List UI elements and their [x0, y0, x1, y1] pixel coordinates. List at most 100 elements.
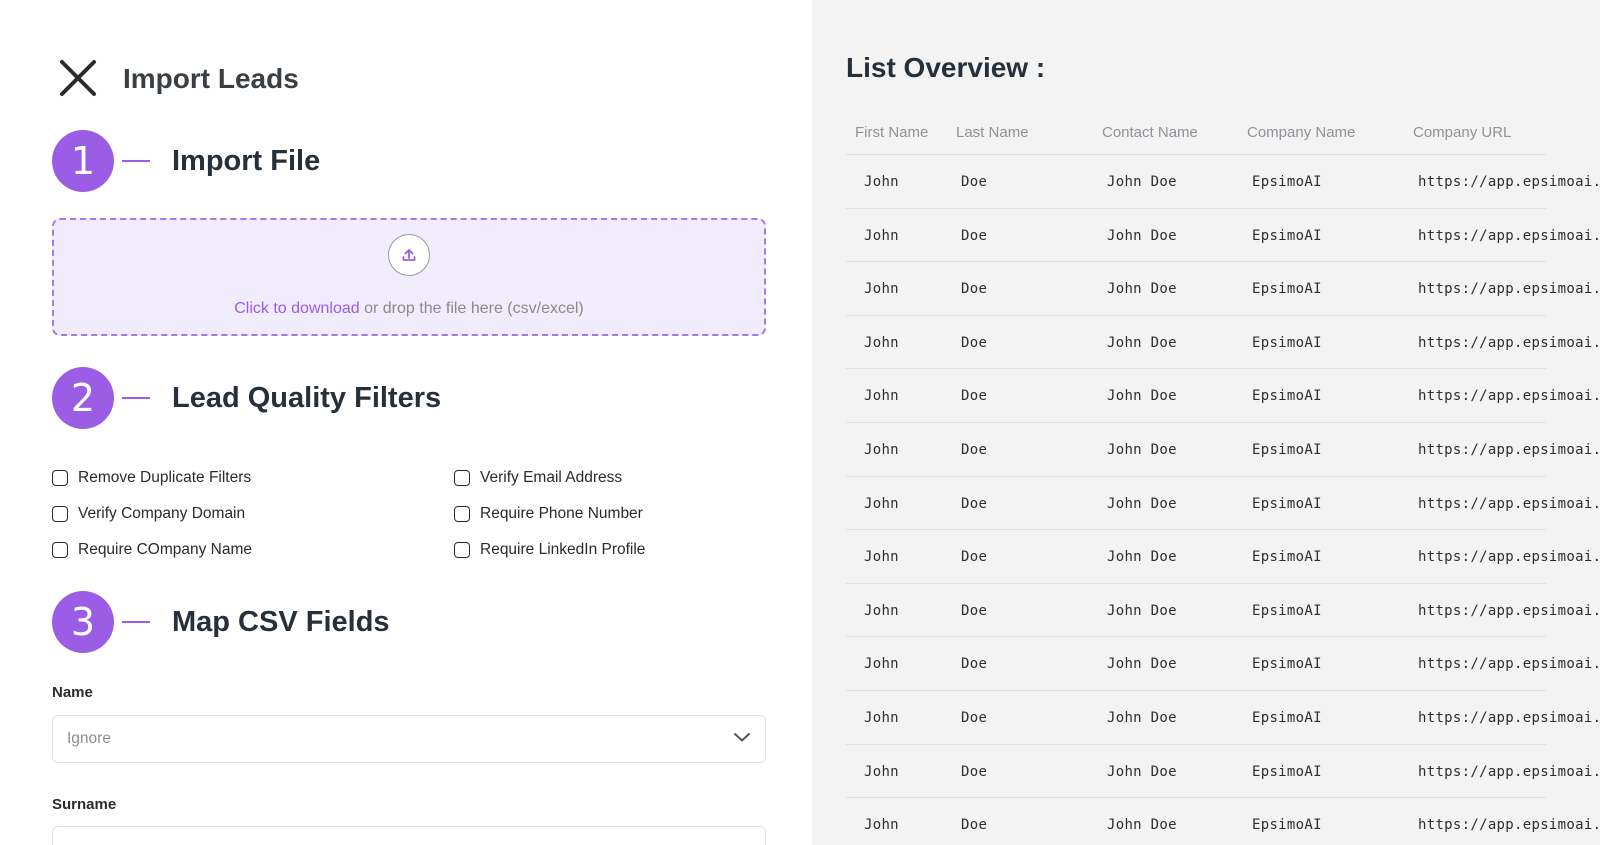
download-link[interactable]: Click to download: [234, 300, 359, 317]
column-header: First Name: [855, 124, 929, 141]
filter-remove-duplicates[interactable]: Remove Duplicate Filters: [52, 469, 251, 487]
checkbox[interactable]: [454, 542, 470, 558]
surname-mapping-select[interactable]: [52, 826, 766, 845]
checkbox[interactable]: [52, 542, 68, 558]
table-row[interactable]: John Doe John Doe EpsimoAI https://app.epsim…: [846, 691, 1600, 745]
step-connector: [122, 621, 150, 623]
table-cell: John: [864, 709, 899, 726]
checkbox[interactable]: [52, 470, 68, 486]
table-cell: Doe: [961, 709, 988, 726]
table-cell: John Doe: [1107, 817, 1177, 834]
table-cell: EpsimoAI: [1252, 495, 1322, 512]
table-cell: John: [864, 281, 899, 298]
filter-label: Require LinkedIn Profile: [480, 541, 646, 558]
table-cell: John: [864, 334, 899, 351]
table-cell: John: [864, 656, 899, 673]
table-cell: https://app.epsimoai.r: [1418, 763, 1600, 780]
column-header: Company Name: [1247, 124, 1356, 141]
checkbox[interactable]: [454, 470, 470, 486]
table-cell: John Doe: [1107, 281, 1177, 298]
column-header: Last Name: [956, 124, 1029, 141]
table-cell: https://app.epsimoai.r: [1418, 602, 1600, 619]
table-cell: Doe: [961, 227, 988, 244]
table-cell: John Doe: [1107, 709, 1177, 726]
filter-verify-email[interactable]: Verify Email Address: [454, 469, 622, 487]
table-cell: https://app.epsimoai.r: [1418, 388, 1600, 405]
table-cell: EpsimoAI: [1252, 334, 1322, 351]
table-row[interactable]: John Doe John Doe EpsimoAI https://app.epsim…: [846, 584, 1600, 638]
step-title: Lead Quality Filters: [172, 381, 442, 414]
filter-label: Require COmpany Name: [78, 541, 253, 558]
table-cell: EpsimoAI: [1252, 763, 1322, 780]
table-cell: Doe: [961, 174, 988, 190]
upload-icon[interactable]: [388, 234, 430, 276]
table-cell: https://app.epsimoai.r: [1418, 709, 1600, 726]
column-header: Contact Name: [1102, 124, 1198, 141]
column-header: Company URL: [1413, 124, 1512, 141]
table-cell: John Doe: [1107, 441, 1177, 458]
table-row[interactable]: John Doe John Doe EpsimoAI https://app.epsim…: [846, 209, 1600, 263]
table-cell: John: [864, 388, 899, 405]
table-row[interactable]: John Doe John Doe EpsimoAI https://app.epsim…: [846, 477, 1600, 531]
table-cell: Doe: [961, 763, 988, 780]
table-row[interactable]: John Doe John Doe EpsimoAI https://app.epsim…: [846, 155, 1600, 209]
table-row[interactable]: John Doe John Doe EpsimoAI https://app.epsim…: [846, 745, 1600, 799]
table-cell: John Doe: [1107, 227, 1177, 244]
list-overview-panel: List Overview : First Name Last Name Con…: [812, 0, 1600, 845]
table-cell: EpsimoAI: [1252, 656, 1322, 673]
table-row[interactable]: John Doe John Doe EpsimoAI https://app.epsim…: [846, 316, 1600, 370]
table-cell: EpsimoAI: [1252, 602, 1322, 619]
table-cell: Doe: [961, 495, 988, 512]
table-cell: John Doe: [1107, 549, 1177, 566]
table-header: First Name Last Name Contact Name Compan…: [846, 118, 1546, 155]
table-cell: EpsimoAI: [1252, 441, 1322, 458]
checkbox[interactable]: [454, 506, 470, 522]
name-field-label: Name: [52, 684, 93, 701]
table-row[interactable]: John Doe John Doe EpsimoAI https://app.epsim…: [846, 423, 1600, 477]
table-cell: https://app.epsimoai.r: [1418, 281, 1600, 298]
step-number: 3: [52, 591, 114, 653]
step-lead-quality-filters: 2 Lead Quality Filters: [52, 366, 441, 430]
filter-label: Verify Company Domain: [78, 505, 246, 522]
file-dropzone[interactable]: Click to download or drop the file here …: [52, 218, 766, 336]
filter-require-linkedin[interactable]: Require LinkedIn Profile: [454, 541, 645, 559]
table-cell: EpsimoAI: [1252, 549, 1322, 566]
table-cell: Doe: [961, 602, 988, 619]
table-cell: John Doe: [1107, 388, 1177, 405]
table-cell: Doe: [961, 441, 988, 458]
table-row[interactable]: John Doe John Doe EpsimoAI https://app.epsim…: [846, 798, 1600, 845]
table-cell: EpsimoAI: [1252, 281, 1322, 298]
filter-require-phone[interactable]: Require Phone Number: [454, 505, 643, 523]
name-mapping-select[interactable]: Ignore: [52, 715, 766, 763]
filter-require-company-name[interactable]: Require COmpany Name: [52, 541, 252, 559]
table-cell: John: [864, 549, 899, 566]
table-row[interactable]: John Doe John Doe EpsimoAI https://app.epsim…: [846, 369, 1600, 423]
filter-label: Verify Email Address: [480, 469, 623, 486]
step-connector: [122, 397, 150, 399]
table-cell: https://app.epsimoai.r: [1418, 441, 1600, 458]
table-cell: John: [864, 763, 899, 780]
table-cell: John: [864, 227, 899, 244]
step-number: 1: [52, 130, 114, 192]
step-import-file: 1 Import File: [52, 129, 320, 193]
table-cell: EpsimoAI: [1252, 709, 1322, 726]
leads-table: First Name Last Name Contact Name Compan…: [846, 118, 1600, 845]
table-cell: Doe: [961, 334, 988, 351]
surname-field-label: Surname: [52, 796, 117, 813]
table-cell: Doe: [961, 656, 988, 673]
filter-label: Require Phone Number: [480, 505, 643, 522]
table-cell: John: [864, 495, 899, 512]
close-icon[interactable]: [58, 58, 98, 98]
table-cell: EpsimoAI: [1252, 817, 1322, 834]
table-row[interactable]: John Doe John Doe EpsimoAI https://app.epsim…: [846, 530, 1600, 584]
filter-verify-company-domain[interactable]: Verify Company Domain: [52, 505, 245, 523]
table-cell: John Doe: [1107, 174, 1177, 190]
checkbox[interactable]: [52, 506, 68, 522]
table-row[interactable]: John Doe John Doe EpsimoAI https://app.epsim…: [846, 262, 1600, 316]
table-cell: Doe: [961, 549, 988, 566]
filter-label: Remove Duplicate Filters: [78, 469, 252, 486]
page-title: Import Leads: [123, 63, 299, 94]
table-cell: Doe: [961, 281, 988, 298]
table-row[interactable]: John Doe John Doe EpsimoAI https://app.epsim…: [846, 637, 1600, 691]
step-map-csv-fields: 3 Map CSV Fields: [52, 590, 390, 654]
